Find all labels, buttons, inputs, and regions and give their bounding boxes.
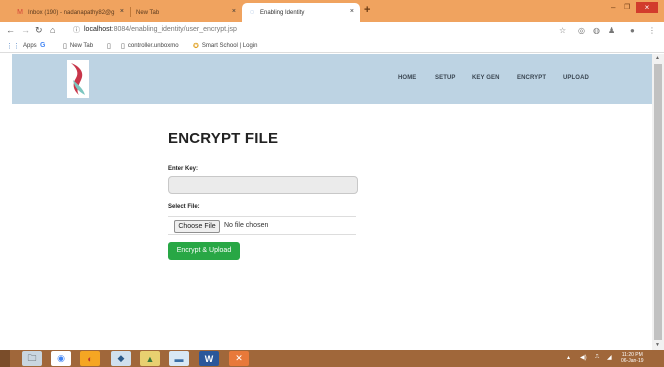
extension-icon[interactable]: ◍: [593, 26, 600, 35]
scroll-up-icon[interactable]: ▲: [655, 55, 660, 61]
app-icon[interactable]: ▲: [140, 351, 160, 366]
tab-label: Inbox (190) - nadanapathy82@g: [28, 9, 115, 16]
apps-icon: ⋮⋮: [6, 43, 20, 50]
bookmark-new-tab[interactable]: ▯ New Tab: [63, 42, 93, 50]
bookmark-apps[interactable]: ⋮⋮ Apps: [6, 42, 37, 50]
bookmark-page[interactable]: ▯: [107, 42, 114, 50]
bookmark-label: controller.unboxmo: [127, 43, 179, 49]
forward-icon[interactable]: →: [21, 25, 30, 35]
address-bar-row: ← → ↻ ⌂ ⓘ localhost:8084/enabling_identi…: [0, 22, 664, 39]
bookmark-label: Smart School | Login: [201, 43, 258, 49]
taskbar: 🗀 ◉ ◐ ◆ ▲ ▬ W ✕ ▴ ◀) ⎍ ◢: [0, 350, 664, 367]
network-icon[interactable]: ⎍: [595, 354, 599, 361]
firefox-icon[interactable]: ◐: [80, 351, 100, 366]
file-label: Select File:: [168, 204, 200, 210]
encrypt-upload-button[interactable]: Encrypt & Upload: [168, 242, 240, 260]
browser-tab-strip: M Inbox (190) - nadanapathy82@g × New Ta…: [0, 0, 664, 22]
close-window-button[interactable]: ×: [636, 2, 658, 13]
url-field[interactable]: localhost:8084/enabling_identity/user_en…: [84, 26, 237, 33]
bookmark-label: Apps: [23, 43, 37, 49]
nav-key-gen[interactable]: KEY GEN: [472, 75, 500, 81]
profile-icon[interactable]: ●: [630, 26, 635, 35]
reload-icon[interactable]: ↻: [35, 25, 43, 36]
file-status-text: No file chosen: [224, 222, 269, 229]
signal-icon[interactable]: ◢: [607, 354, 612, 361]
minimize-button[interactable]: –: [611, 3, 615, 12]
choose-file-button[interactable]: Choose File: [174, 220, 220, 233]
clock-date: 06-Jan-19: [621, 358, 644, 364]
nav-setup[interactable]: SETUP: [435, 75, 456, 81]
file-explorer-icon[interactable]: 🗀: [22, 351, 42, 366]
loading-icon: ◌: [249, 9, 255, 16]
volume-icon[interactable]: ◀): [580, 354, 587, 361]
close-tab-icon[interactable]: ×: [232, 8, 236, 15]
bookmark-google[interactable]: G: [40, 42, 48, 49]
tab-enabling-identity[interactable]: ◌ Enabling Identity ×: [242, 3, 360, 22]
site-info-icon[interactable]: ⓘ: [73, 25, 80, 35]
bookmarks-bar: ⋮⋮ Apps G ▯ New Tab ▯ ▯ controller.unbox…: [0, 39, 664, 53]
page-icon: ▯: [121, 43, 125, 50]
page-icon: ▯: [107, 43, 111, 50]
tab-label: Enabling Identity: [260, 9, 305, 16]
maximize-button[interactable]: ❐: [624, 3, 630, 11]
home-icon[interactable]: ⌂: [50, 25, 55, 35]
bookmark-smart-school[interactable]: ✪ Smart School | Login: [193, 42, 257, 50]
scrollbar-thumb[interactable]: [654, 64, 662, 340]
back-icon[interactable]: ←: [6, 25, 15, 35]
taskbar-clock[interactable]: 11:20 PM 06-Jan-19: [621, 352, 644, 364]
new-tab-button[interactable]: +: [364, 4, 370, 16]
bookmark-label: New Tab: [69, 43, 94, 49]
school-icon: ✪: [193, 43, 199, 50]
tab-inbox[interactable]: M Inbox (190) - nadanapathy82@g ×: [10, 3, 130, 22]
close-tab-icon[interactable]: ×: [350, 8, 354, 15]
word-icon[interactable]: W: [199, 351, 219, 366]
extension-icon[interactable]: ♟: [608, 26, 615, 35]
gmail-icon: M: [17, 9, 23, 16]
bookmark-controller[interactable]: ▯ controller.unboxmo: [121, 42, 179, 50]
app-icon[interactable]: ◆: [111, 351, 131, 366]
app-icon[interactable]: ▬: [169, 351, 189, 366]
tab-new-tab[interactable]: New Tab ×: [130, 3, 242, 22]
nav-upload[interactable]: UPLOAD: [563, 75, 589, 81]
nav-home[interactable]: HOME: [398, 75, 416, 81]
nav-encrypt[interactable]: ENCRYPT: [517, 75, 546, 81]
menu-icon[interactable]: ⋮: [648, 26, 656, 35]
site-header: HOME SETUP KEY GEN ENCRYPT UPLOAD: [12, 54, 652, 104]
tray-arrow-icon[interactable]: ▴: [567, 354, 570, 361]
chrome-icon[interactable]: ◉: [51, 351, 71, 366]
close-tab-icon[interactable]: ×: [120, 8, 124, 15]
scroll-down-icon[interactable]: ▼: [655, 342, 660, 348]
xampp-icon[interactable]: ✕: [229, 351, 249, 366]
brand-logo-icon[interactable]: [67, 60, 89, 98]
extension-icon[interactable]: ◎: [578, 26, 585, 35]
tab-label: New Tab: [136, 9, 160, 16]
page-title: ENCRYPT FILE: [168, 130, 279, 147]
google-icon: G: [40, 42, 46, 49]
key-input[interactable]: [168, 176, 358, 194]
key-label: Enter Key:: [168, 166, 199, 172]
start-button[interactable]: [0, 350, 10, 367]
page-icon: ▯: [63, 43, 67, 50]
bookmark-star-icon[interactable]: ☆: [559, 26, 566, 35]
